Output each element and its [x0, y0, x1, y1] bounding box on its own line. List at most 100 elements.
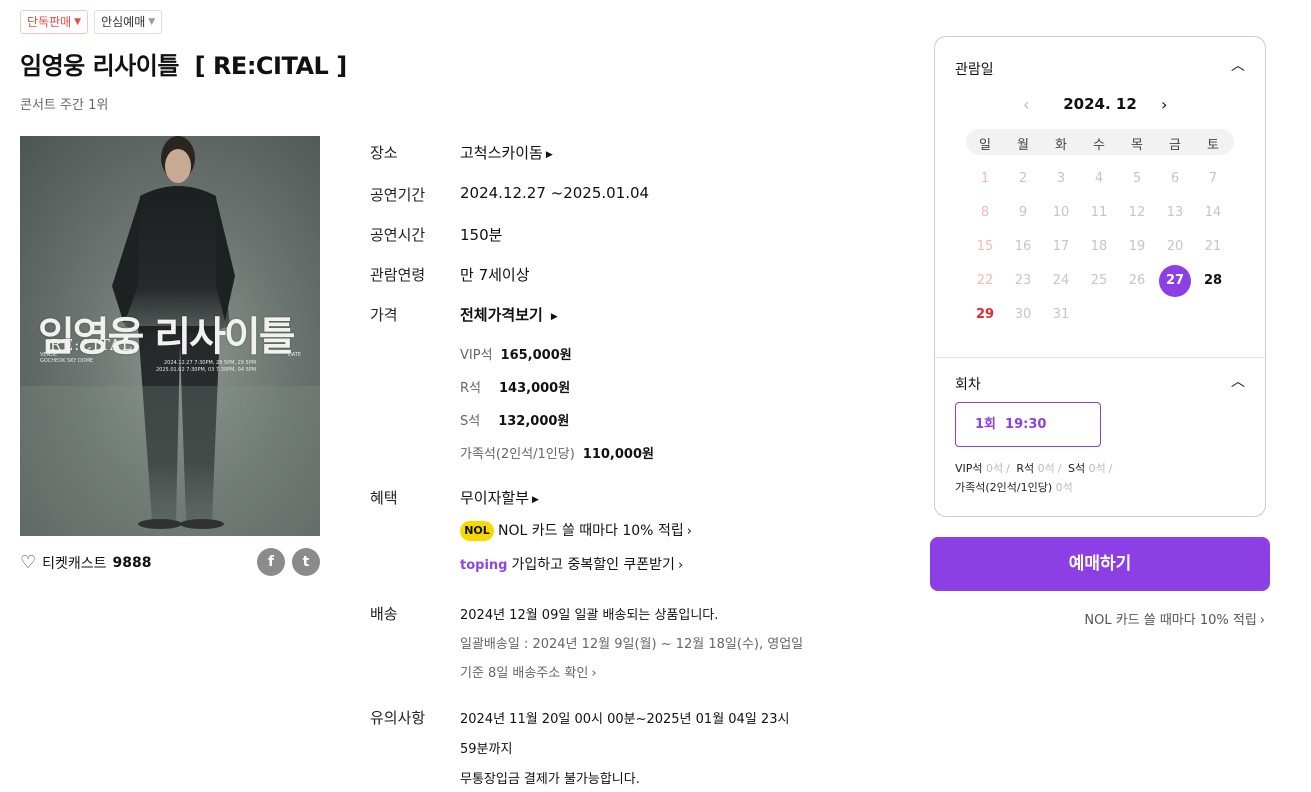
chevron-up-icon[interactable]: ︿ — [1231, 371, 1245, 391]
wish-count: 9888 — [112, 555, 152, 571]
poster-date-label: DATE — [288, 352, 302, 358]
price-item: S석 132,000원 — [460, 414, 570, 429]
venue-label: 장소 — [370, 144, 398, 162]
date-section-title: 관람일 — [955, 62, 994, 78]
booking-panel: 관람일 ︿ ‹ 2024. 12 › 일 월 화 수 목 금 토 1234567… — [934, 36, 1266, 517]
round-section-title: 회차 — [955, 377, 981, 393]
calendar-day: 12 — [1128, 205, 1146, 220]
price-label: 가격 — [370, 306, 398, 324]
calendar-day[interactable]: 28 — [1197, 265, 1229, 297]
next-month-icon[interactable]: › — [1161, 95, 1167, 114]
calendar-day: 26 — [1128, 273, 1146, 288]
poster-dates-1: 2024.12.27 7:30PM, 28 5PM, 29 5PM — [164, 360, 257, 366]
calendar-day: 30 — [1014, 307, 1032, 322]
exclusive-badge[interactable]: 단독판매 ▼ — [20, 10, 89, 34]
runtime-label: 공연시간 — [370, 226, 426, 244]
poster-venue: GOCHEOK SKY DOME — [40, 358, 94, 364]
calendar-day: 8 — [980, 205, 990, 220]
calendar-day: 24 — [1052, 273, 1070, 288]
calendar-day: 5 — [1132, 171, 1142, 186]
weekday-label: 금 — [1169, 138, 1181, 153]
seat-availability: VIP석 0석 / R석 0석 / S석 0석 / 가족석(2인석/1인당) 0석 — [955, 462, 1113, 494]
round-option[interactable]: 1회 19:30 — [955, 402, 1101, 447]
calendar-day: 17 — [1052, 239, 1070, 254]
weekday-label: 수 — [1093, 138, 1105, 153]
notice-line: 무통장입금 결제가 불가능합니다. — [460, 772, 640, 787]
calendar-day: 16 — [1014, 239, 1032, 254]
calendar-day: 15 — [976, 239, 994, 254]
chevron-right-icon: › — [1259, 613, 1265, 628]
calendar-day: 11 — [1090, 205, 1108, 220]
safe-booking-badge[interactable]: 안심예매 ▼ — [94, 10, 163, 34]
triangle-right-icon: ▶ — [545, 150, 553, 160]
delivery-address-link[interactable]: 기준 8일 배송주소 확인 › — [460, 662, 597, 681]
facebook-share-icon[interactable]: f — [257, 548, 285, 576]
safe-booking-badge-label: 안심예매 — [101, 15, 146, 29]
nol-card-benefit-link[interactable]: NOL 카드 쓸 때마다 10% 적립 › — [1084, 609, 1265, 628]
weekday-label: 일 — [979, 138, 991, 153]
wish-label: 티켓캐스트 — [42, 556, 107, 572]
price-all-link[interactable]: 전체가격보기 ▶ — [460, 304, 558, 325]
notice-label: 유의사항 — [370, 709, 426, 727]
delivery-detail: 일괄배송일 : 2024년 12월 9일(월) ~ 12월 18일(수), 영업… — [460, 637, 804, 652]
book-button[interactable]: 예매하기 — [930, 537, 1270, 591]
weekday-header: 일 월 화 수 목 금 토 — [966, 129, 1234, 155]
twitter-share-icon[interactable]: t — [292, 548, 320, 576]
triangle-right-icon: ▶ — [532, 495, 539, 505]
wish-ticketcast[interactable]: ♡ 티켓캐스트 9888 — [20, 553, 152, 573]
calendar-day: 3 — [1056, 171, 1066, 186]
calendar-day: 21 — [1204, 239, 1222, 254]
venue-link[interactable]: 고척스카이돔 ▶ — [460, 142, 553, 163]
period-label: 공연기간 — [370, 186, 426, 204]
notice-line: 2024년 11월 20일 00시 00분~2025년 01월 04일 23시 — [460, 712, 790, 727]
heart-icon[interactable]: ♡ — [20, 554, 36, 572]
age-value: 만 7세이상 — [460, 266, 530, 284]
calendar-day: 1 — [980, 171, 990, 186]
chevron-right-icon: › — [591, 666, 597, 681]
badge-group: 단독판매 ▼ 안심예매 ▼ — [20, 10, 163, 34]
calendar-day: 22 — [976, 273, 994, 288]
chevron-up-icon[interactable]: ︿ — [1231, 55, 1245, 75]
ranking-text: 콘서트 주간 1위 — [20, 98, 109, 113]
calendar-day: 23 — [1014, 273, 1032, 288]
calendar-day: 31 — [1052, 307, 1070, 322]
calendar-day: 25 — [1090, 273, 1108, 288]
runtime-value: 150분 — [460, 226, 503, 244]
benefit-label: 혜택 — [370, 489, 398, 507]
delivery-label: 배송 — [370, 605, 398, 623]
caret-down-icon: ▼ — [148, 17, 156, 27]
chevron-right-icon: › — [686, 524, 692, 539]
nol-logo-icon: NOL — [460, 521, 494, 541]
calendar-day: 4 — [1094, 171, 1104, 186]
period-value: 2024.12.27 ~2025.01.04 — [460, 184, 650, 202]
calendar-day: 13 — [1166, 205, 1184, 220]
calendar-day: 18 — [1090, 239, 1108, 254]
weekday-label: 월 — [1017, 138, 1029, 153]
poster-image[interactable]: 임영웅 리사이틀 RE:CITAL VENUE GOCHEOK SKY DOME… — [20, 136, 320, 536]
weekday-label: 토 — [1207, 138, 1219, 153]
notice-line: 59분까지 — [460, 742, 513, 757]
chevron-right-icon: › — [677, 558, 684, 573]
calendar-day: 7 — [1208, 171, 1218, 186]
installment-link[interactable]: 무이자할부 ▶ — [460, 487, 539, 508]
calendar-day: 6 — [1170, 171, 1180, 186]
triangle-right-icon: ▶ — [550, 312, 558, 322]
toping-logo-icon: toping — [460, 558, 508, 573]
nol-benefit-link[interactable]: NOL NOL 카드 쓸 때마다 10% 적립 › — [460, 520, 692, 541]
panel-divider — [935, 357, 1265, 358]
page-title: 임영웅 리사이틀 [ RE:CITAL ] — [20, 52, 347, 80]
delivery-value: 2024년 12월 09일 일괄 배송되는 상품입니다. — [460, 608, 719, 623]
calendar-day[interactable]: 27 — [1159, 265, 1191, 297]
calendar-day: 10 — [1052, 205, 1070, 220]
calendar-day: 9 — [1018, 205, 1028, 220]
toping-benefit-link[interactable]: toping 가입하고 중복할인 쿠폰받기 › — [460, 554, 683, 574]
calendar-month: 2024. 12 — [1063, 95, 1137, 113]
price-item: R석 143,000원 — [460, 381, 571, 396]
caret-down-icon: ▼ — [74, 17, 82, 27]
calendar-day: 14 — [1204, 205, 1222, 220]
calendar-day[interactable]: 29 — [969, 299, 1001, 331]
calendar-day: 2 — [1018, 171, 1028, 186]
exclusive-badge-label: 단독판매 — [27, 15, 72, 29]
price-item: VIP석 165,000원 — [460, 348, 572, 363]
calendar-day: 20 — [1166, 239, 1184, 254]
